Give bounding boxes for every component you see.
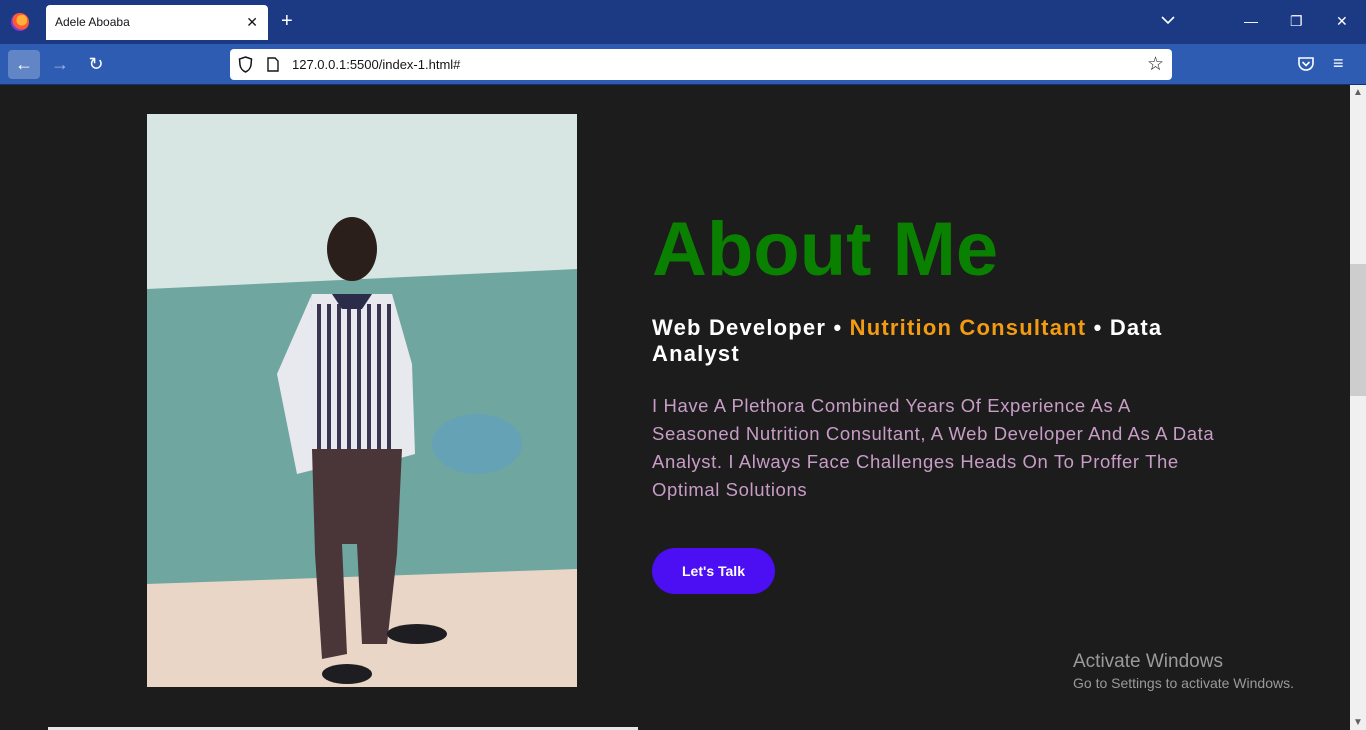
forward-button[interactable]: → [44,50,76,79]
lets-talk-button[interactable]: Let's Talk [652,548,775,594]
role-highlight: Nutrition Consultant [849,315,1087,340]
scrollbar-thumb[interactable] [1350,264,1366,396]
page-icon[interactable] [267,57,279,72]
firefox-logo-icon [11,13,29,31]
tab-title: Adele Aboaba [55,15,130,29]
tab-active[interactable]: Adele Aboaba ✕ [46,5,268,40]
tab-strip: Adele Aboaba ✕ + — ❐ ✕ [0,0,1366,44]
vertical-scrollbar[interactable]: ▲ ▼ [1350,85,1366,730]
scroll-down-arrow-icon[interactable]: ▼ [1353,717,1363,728]
shield-icon[interactable] [238,56,253,73]
list-all-tabs-button[interactable] [1160,12,1176,31]
watermark-subtitle: Go to Settings to activate Windows. [1073,675,1294,691]
scroll-up-arrow-icon[interactable]: ▲ [1353,87,1363,98]
restore-button[interactable]: ❐ [1290,12,1303,30]
minimize-button[interactable]: — [1244,12,1258,30]
navigation-toolbar: ← → ↻ 127.0.0.1:5500/index-1.html# ☆ ≡ [0,44,1366,85]
watermark-title: Activate Windows [1073,651,1223,672]
roles-subtitle: Web Developer • Nutrition Consultant • D… [652,315,1232,367]
activate-windows-watermark: Activate Windows Go to Settings to activ… [1073,651,1294,693]
about-heading: About Me [652,207,999,292]
pocket-icon[interactable] [1296,54,1316,74]
chevron-down-icon [1161,16,1175,25]
bookmark-star-icon[interactable]: ☆ [1147,53,1164,76]
close-window-button[interactable]: ✕ [1336,12,1348,30]
tab-close-icon[interactable]: ✕ [246,13,258,31]
profile-photo [147,114,577,687]
new-tab-button[interactable]: + [281,11,293,31]
role-text: Web Developer • [652,315,850,340]
reload-button[interactable]: ↻ [80,50,112,79]
page-content: About Me Web Developer • Nutrition Consu… [0,85,1350,730]
menu-button[interactable]: ≡ [1333,53,1344,74]
about-description: I Have A Plethora Combined Years Of Expe… [652,395,1215,500]
url-text[interactable]: 127.0.0.1:5500/index-1.html# [292,57,460,72]
url-bar[interactable]: 127.0.0.1:5500/index-1.html# ☆ [230,49,1172,80]
back-button[interactable]: ← [8,50,40,79]
